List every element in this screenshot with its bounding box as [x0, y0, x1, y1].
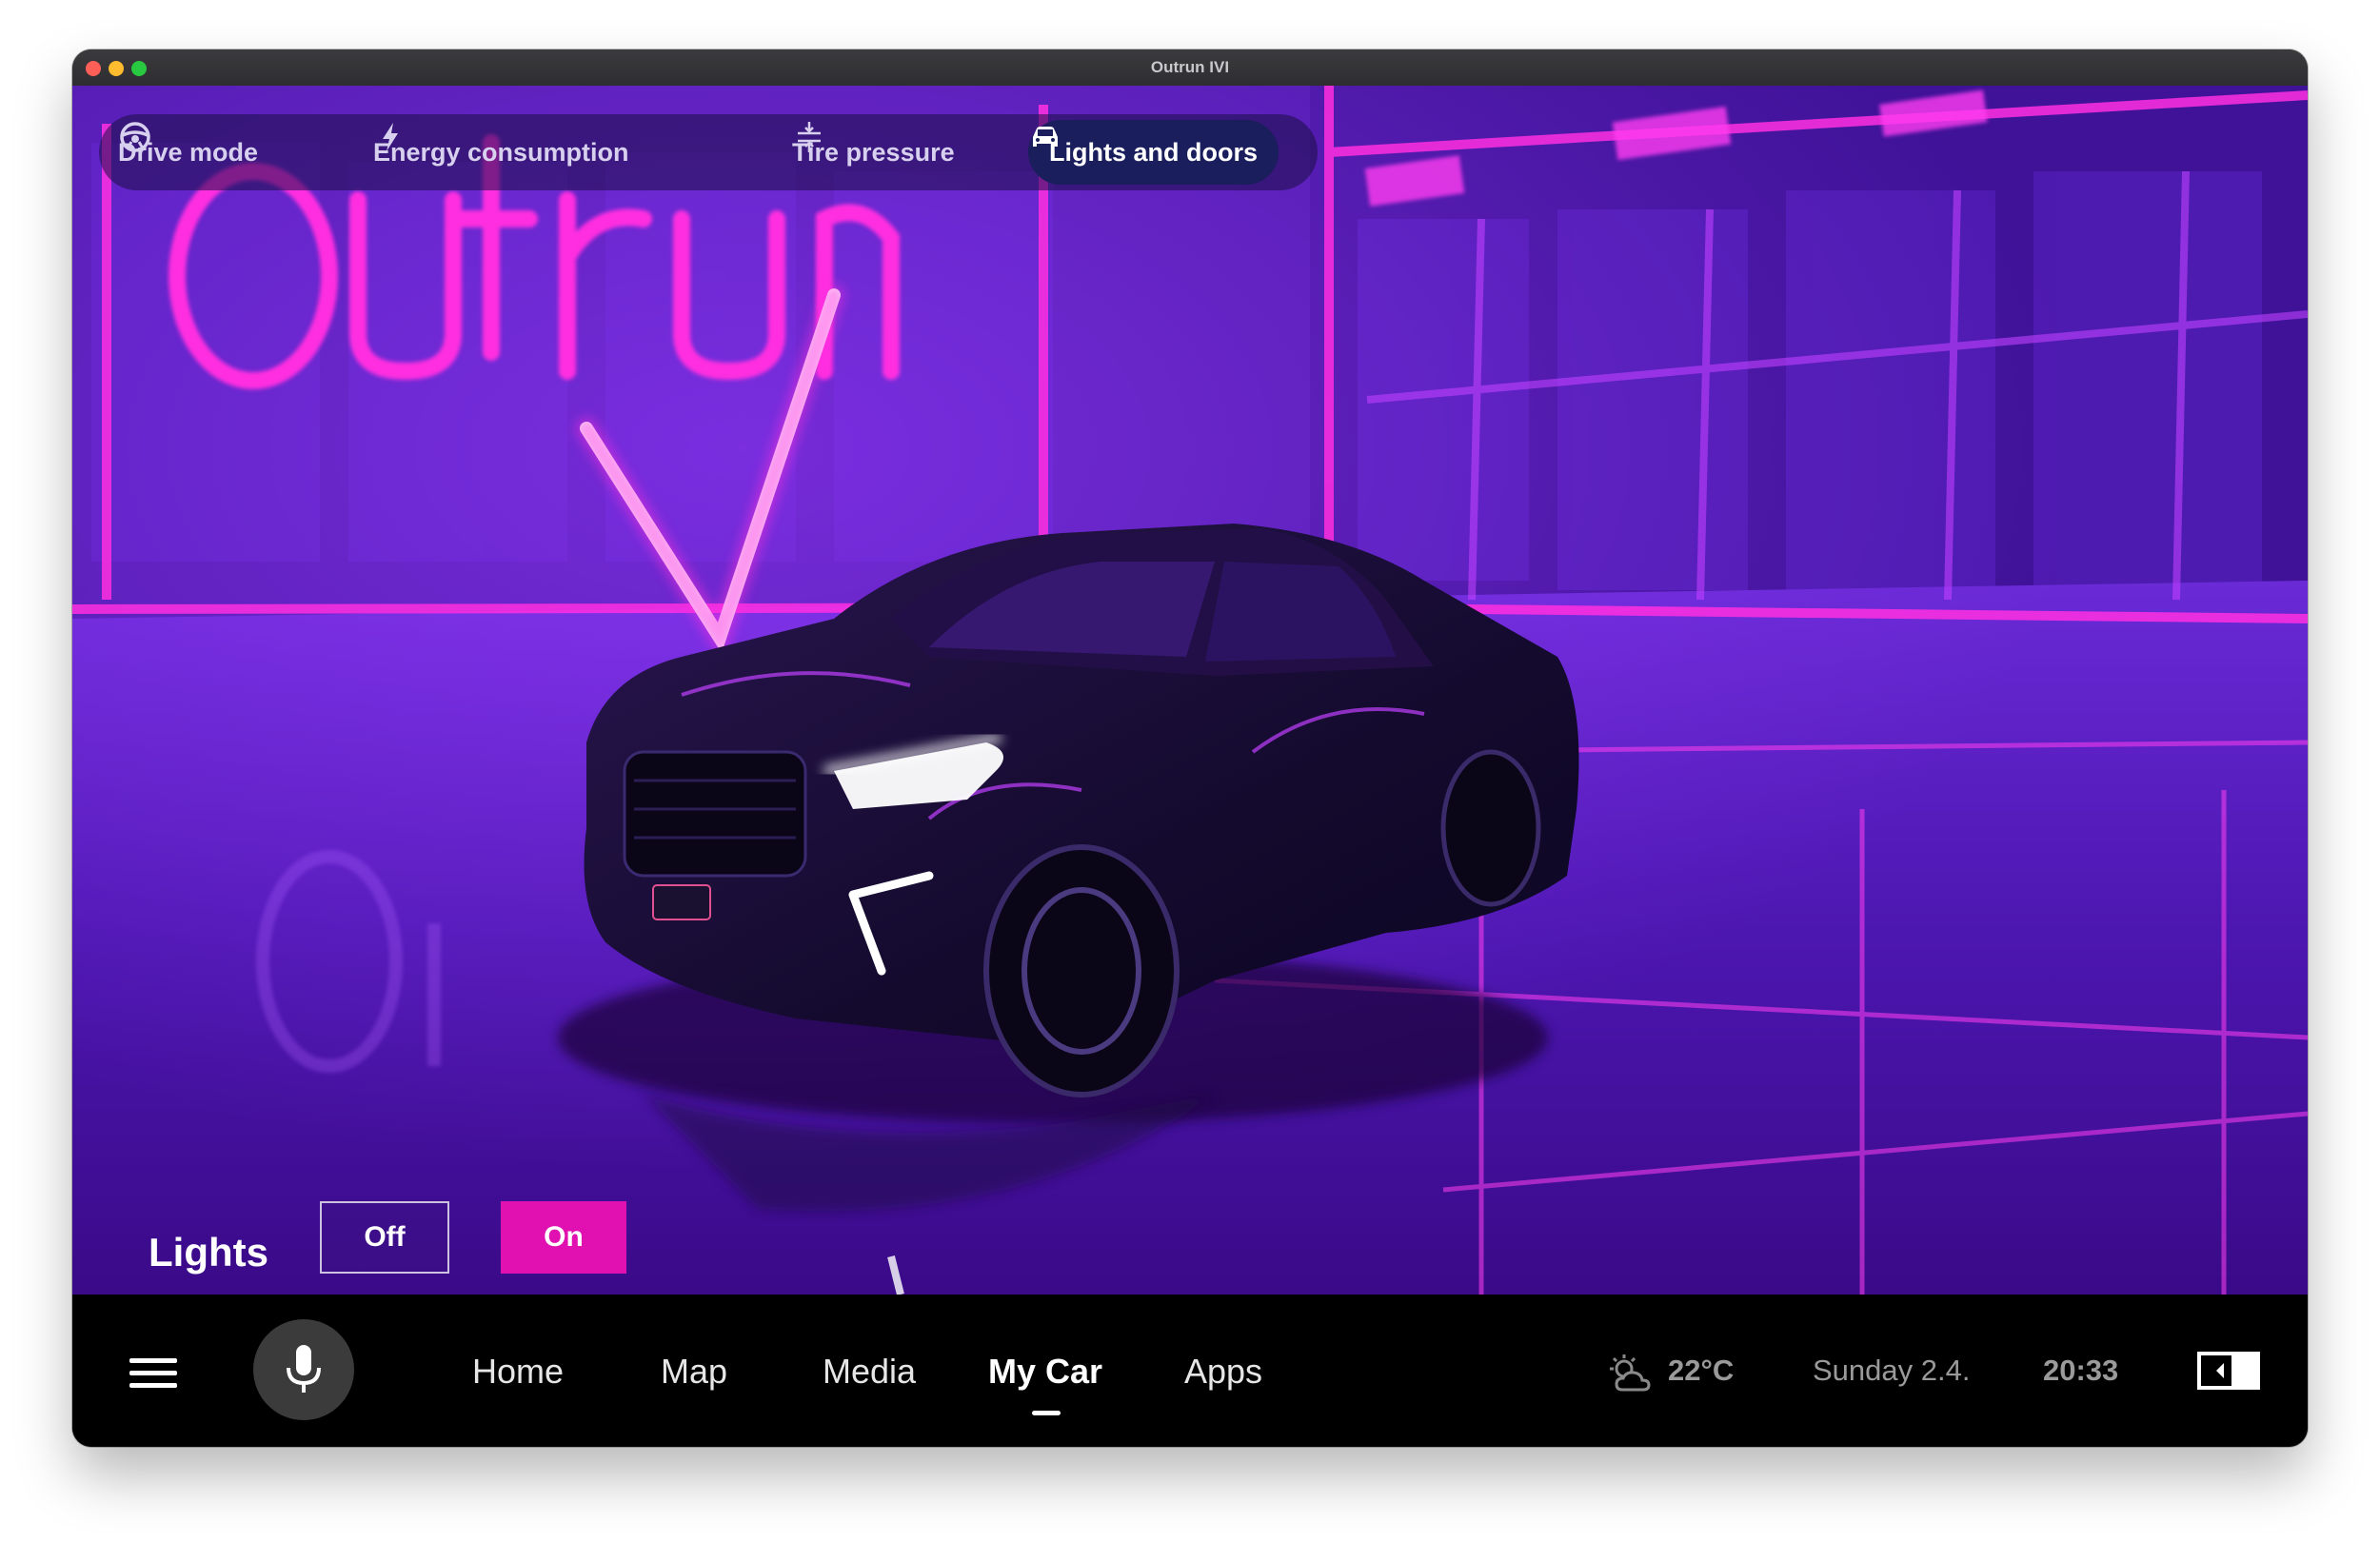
nav-home[interactable]: Home: [472, 1352, 564, 1392]
lights-label: Lights: [149, 1230, 268, 1275]
split-screen-icon[interactable]: [2197, 1352, 2260, 1390]
partly-cloudy-icon: [1610, 1354, 1651, 1392]
tire-pressure-icon: [798, 122, 821, 152]
steering-wheel-icon: [120, 122, 150, 152]
tab-lights-label: Lights and doors: [1049, 137, 1258, 167]
date-readout: Sunday 2.4.: [1813, 1354, 1971, 1387]
title-bar: Outrun IVI: [72, 49, 2308, 87]
tab-energy-label: Energy consumption: [373, 137, 629, 167]
active-nav-indicator: [1032, 1411, 1061, 1415]
nav-map[interactable]: Map: [661, 1352, 727, 1392]
tab-drive-mode[interactable]: Drive mode: [118, 120, 258, 185]
car-3d-scene[interactable]: Drive mode Energy consumption Tire press…: [72, 86, 2308, 1295]
clock-readout: 20:33: [2043, 1354, 2119, 1387]
bottom-navigation-bar: Home Map Media My Car Apps 22°C Sunday 2…: [72, 1295, 2308, 1447]
tab-lights-and-doors[interactable]: Lights and doors: [1028, 120, 1279, 185]
tab-tire-pressure[interactable]: Tire pressure: [792, 120, 955, 185]
nav-my-car[interactable]: My Car: [988, 1352, 1102, 1392]
hamburger-menu-icon[interactable]: [129, 1356, 177, 1391]
nav-apps[interactable]: Apps: [1184, 1352, 1262, 1392]
lights-off-button[interactable]: Off: [320, 1201, 449, 1274]
app-window: Outrun IVI Drive mode Energy consumption…: [72, 49, 2308, 1447]
lightning-icon: [383, 123, 398, 151]
tab-energy-consumption[interactable]: Energy consumption: [373, 120, 629, 185]
microphone-icon: [287, 1345, 321, 1393]
car-front-icon: [1033, 127, 1058, 147]
window-title: Outrun IVI: [1150, 58, 1230, 76]
vehicle-tabs: Drive mode Energy consumption Tire press…: [99, 114, 1318, 190]
garage-background-illustration: [72, 86, 2308, 1295]
lights-on-button[interactable]: On: [501, 1201, 626, 1274]
voice-assistant-button[interactable]: [253, 1319, 354, 1420]
nav-media[interactable]: Media: [823, 1352, 916, 1392]
temperature-readout: 22°C: [1668, 1354, 1735, 1387]
